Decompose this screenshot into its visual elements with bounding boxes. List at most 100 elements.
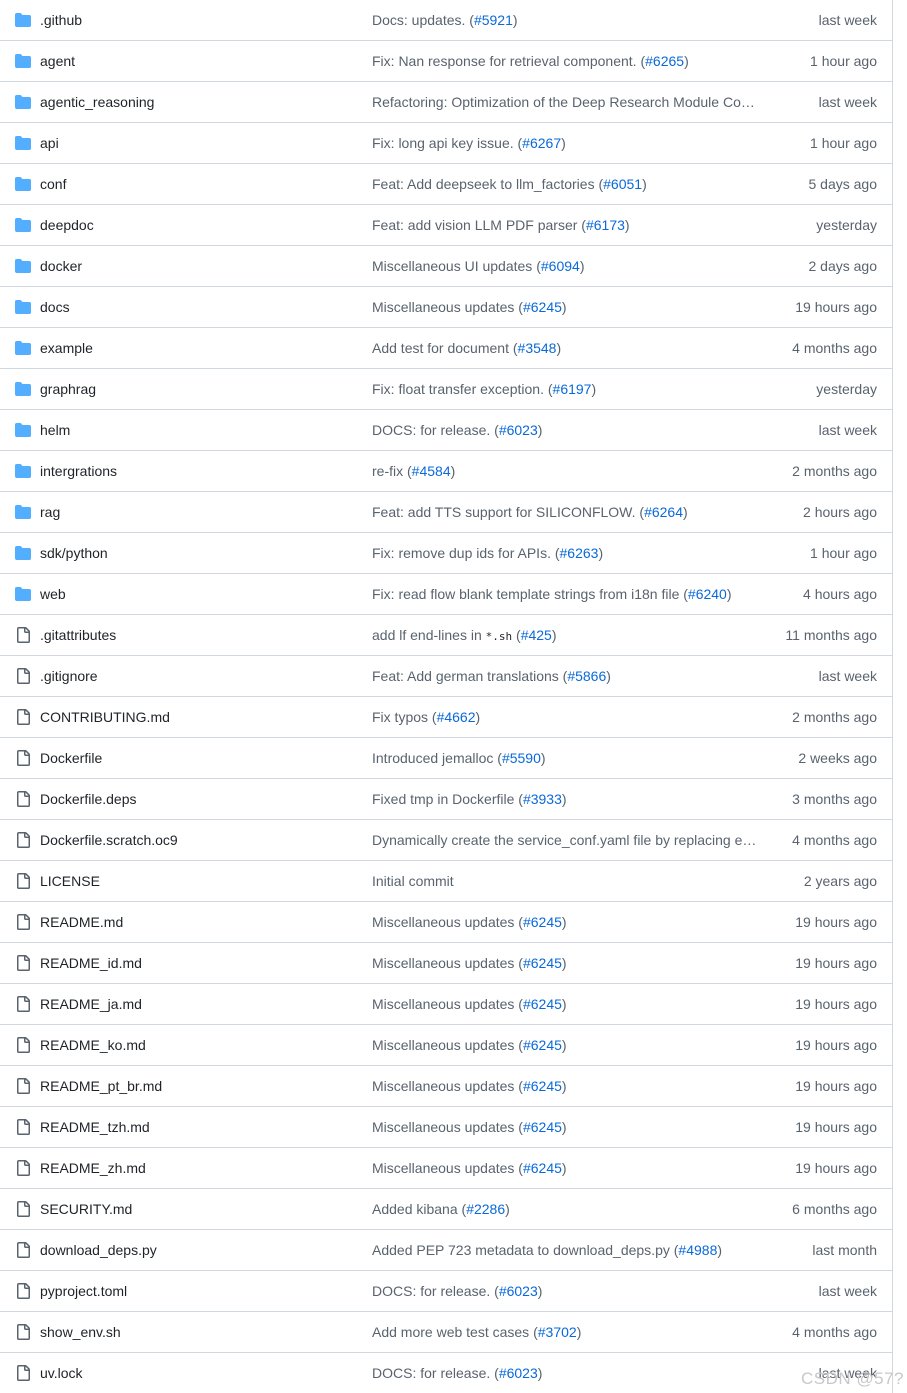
table-row[interactable]: README_tzh.md Miscellaneous updates (#624…	[0, 1107, 892, 1148]
pull-request-link[interactable]: #6245	[523, 955, 562, 971]
file-name-link[interactable]: helm	[40, 410, 70, 450]
pull-request-link[interactable]: #6245	[523, 996, 562, 1012]
pull-request-link[interactable]: #4584	[412, 463, 451, 479]
commit-message[interactable]: DOCS: for release. (#6023)	[372, 1271, 762, 1311]
file-name-link[interactable]: conf	[40, 164, 66, 204]
file-name-link[interactable]: sdk/python	[40, 533, 108, 573]
commit-message[interactable]: Miscellaneous UI updates (#6094)	[372, 246, 762, 286]
commit-message[interactable]: Fix: long api key issue. (#6267)	[372, 123, 762, 163]
table-row[interactable]: Dockerfile.scratch.oc9 Dynamically create…	[0, 820, 892, 861]
commit-message[interactable]: DOCS: for release. (#6023)	[372, 1353, 762, 1393]
table-row[interactable]: conf Feat: Add deepseek to llm_factories …	[0, 164, 892, 205]
file-name-link[interactable]: docker	[40, 246, 82, 286]
commit-message[interactable]: DOCS: for release. (#6023)	[372, 410, 762, 450]
commit-message[interactable]: Feat: Add german translations (#5866)	[372, 656, 762, 696]
file-name-link[interactable]: Dockerfile.deps	[40, 779, 137, 819]
pull-request-link[interactable]: #6240	[688, 586, 727, 602]
pull-request-link[interactable]: #5590	[502, 750, 541, 766]
pull-request-link[interactable]: #6267	[522, 135, 561, 151]
file-name-link[interactable]: LICENSE	[40, 861, 100, 901]
pull-request-link[interactable]: #4988	[678, 1242, 717, 1258]
table-row[interactable]: Dockerfile Introduced jemalloc (#5590) 2 w…	[0, 738, 892, 779]
table-row[interactable]: .gitattributes add lf end-lines in *.sh (…	[0, 615, 892, 656]
commit-message[interactable]: Feat: add TTS support for SILICONFLOW. (…	[372, 492, 762, 532]
commit-message[interactable]: Miscellaneous updates (#6245)	[372, 902, 762, 942]
file-name-link[interactable]: README_id.md	[40, 943, 142, 983]
file-name-link[interactable]: download_deps.py	[40, 1230, 157, 1270]
table-row[interactable]: docs Miscellaneous updates (#6245) 19 hour…	[0, 287, 892, 328]
table-row[interactable]: README_ko.md Miscellaneous updates (#6245…	[0, 1025, 892, 1066]
file-name-link[interactable]: docs	[40, 287, 70, 327]
file-name-link[interactable]: uv.lock	[40, 1353, 83, 1393]
file-name-link[interactable]: show_env.sh	[40, 1312, 121, 1352]
commit-message[interactable]: re-fix (#4584)	[372, 451, 762, 491]
pull-request-link[interactable]: #3548	[518, 340, 557, 356]
file-name-link[interactable]: README_pt_br.md	[40, 1066, 162, 1106]
table-row[interactable]: rag Feat: add TTS support for SILICONFLOW…	[0, 492, 892, 533]
pull-request-link[interactable]: #6245	[523, 1037, 562, 1053]
table-row[interactable]: docker Miscellaneous UI updates (#6094) 2 …	[0, 246, 892, 287]
commit-message[interactable]: Added PEP 723 metadata to download_deps.…	[372, 1230, 762, 1270]
pull-request-link[interactable]: #6023	[499, 1365, 538, 1381]
table-row[interactable]: README_ja.md Miscellaneous updates (#6245…	[0, 984, 892, 1025]
pull-request-link[interactable]: #6245	[523, 1119, 562, 1135]
commit-message[interactable]: Miscellaneous updates (#6245)	[372, 1066, 762, 1106]
commit-message[interactable]: Fix: remove dup ids for APIs. (#6263)	[372, 533, 762, 573]
pull-request-link[interactable]: #6264	[644, 504, 683, 520]
table-row[interactable]: README_id.md Miscellaneous updates (#6245…	[0, 943, 892, 984]
commit-message[interactable]: Add test for document (#3548)	[372, 328, 762, 368]
commit-message[interactable]: Miscellaneous updates (#6245)	[372, 1148, 762, 1188]
pull-request-link[interactable]: #4662	[437, 709, 476, 725]
file-name-link[interactable]: web	[40, 574, 66, 614]
file-name-link[interactable]: .gitignore	[40, 656, 98, 696]
pull-request-link[interactable]: #6245	[523, 1160, 562, 1176]
commit-message[interactable]: Added kibana (#2286)	[372, 1189, 762, 1229]
file-name-link[interactable]: Dockerfile.scratch.oc9	[40, 820, 178, 860]
table-row[interactable]: LICENSE Initial commit 2 years ago	[0, 861, 892, 902]
table-row[interactable]: SECURITY.md Added kibana (#2286) 6 months …	[0, 1189, 892, 1230]
file-name-link[interactable]: agentic_reasoning	[40, 82, 154, 122]
file-name-link[interactable]: example	[40, 328, 93, 368]
file-name-link[interactable]: graphrag	[40, 369, 96, 409]
file-name-link[interactable]: rag	[40, 492, 60, 532]
table-row[interactable]: README_zh.md Miscellaneous updates (#6245…	[0, 1148, 892, 1189]
pull-request-link[interactable]: #3933	[523, 791, 562, 807]
commit-message[interactable]: Introduced jemalloc (#5590)	[372, 738, 762, 778]
pull-request-link[interactable]: #6051	[603, 176, 642, 192]
table-row[interactable]: example Add test for document (#3548) 4 mo…	[0, 328, 892, 369]
pull-request-link[interactable]: #6245	[523, 914, 562, 930]
file-name-link[interactable]: SECURITY.md	[40, 1189, 132, 1229]
pull-request-link[interactable]: #3702	[538, 1324, 577, 1340]
pull-request-link[interactable]: #6263	[560, 545, 599, 561]
table-row[interactable]: uv.lock DOCS: for release. (#6023) last we…	[0, 1353, 892, 1393]
pull-request-link[interactable]: #6265	[645, 53, 684, 69]
pull-request-link[interactable]: #5921	[474, 12, 513, 28]
table-row[interactable]: README.md Miscellaneous updates (#6245) 19…	[0, 902, 892, 943]
commit-message[interactable]: Add more web test cases (#3702)	[372, 1312, 762, 1352]
table-row[interactable]: agent Fix: Nan response for retrieval com…	[0, 41, 892, 82]
commit-message[interactable]: Fixed tmp in Dockerfile (#3933)	[372, 779, 762, 819]
table-row[interactable]: web Fix: read flow blank template strings…	[0, 574, 892, 615]
file-name-link[interactable]: intergrations	[40, 451, 117, 491]
commit-message[interactable]: Miscellaneous updates (#6245)	[372, 943, 762, 983]
file-name-link[interactable]: README_zh.md	[40, 1148, 146, 1188]
commit-message[interactable]: Miscellaneous updates (#6245)	[372, 984, 762, 1024]
commit-message[interactable]: Docs: updates. (#5921)	[372, 0, 762, 40]
table-row[interactable]: show_env.sh Add more web test cases (#370…	[0, 1312, 892, 1353]
file-name-link[interactable]: README_tzh.md	[40, 1107, 150, 1147]
commit-message[interactable]: Fix: Nan response for retrieval componen…	[372, 41, 762, 81]
file-name-link[interactable]: .gitattributes	[40, 615, 116, 655]
file-name-link[interactable]: README_ja.md	[40, 984, 142, 1024]
pull-request-link[interactable]: #5866	[567, 668, 606, 684]
table-row[interactable]: CONTRIBUTING.md Fix typos (#4662) 2 months…	[0, 697, 892, 738]
file-name-link[interactable]: agent	[40, 41, 75, 81]
commit-message[interactable]: Fix typos (#4662)	[372, 697, 762, 737]
file-name-link[interactable]: README.md	[40, 902, 123, 942]
table-row[interactable]: intergrations re-fix (#4584) 2 months ago	[0, 451, 892, 492]
commit-message[interactable]: Refactoring: Optimization of the Deep Re…	[372, 82, 762, 122]
pull-request-link[interactable]: #6245	[523, 299, 562, 315]
commit-message[interactable]: Feat: add vision LLM PDF parser (#6173)	[372, 205, 762, 245]
pull-request-link[interactable]: #6023	[499, 1283, 538, 1299]
commit-message[interactable]: Fix: read flow blank template strings fr…	[372, 574, 762, 614]
table-row[interactable]: graphrag Fix: float transfer exception. (…	[0, 369, 892, 410]
